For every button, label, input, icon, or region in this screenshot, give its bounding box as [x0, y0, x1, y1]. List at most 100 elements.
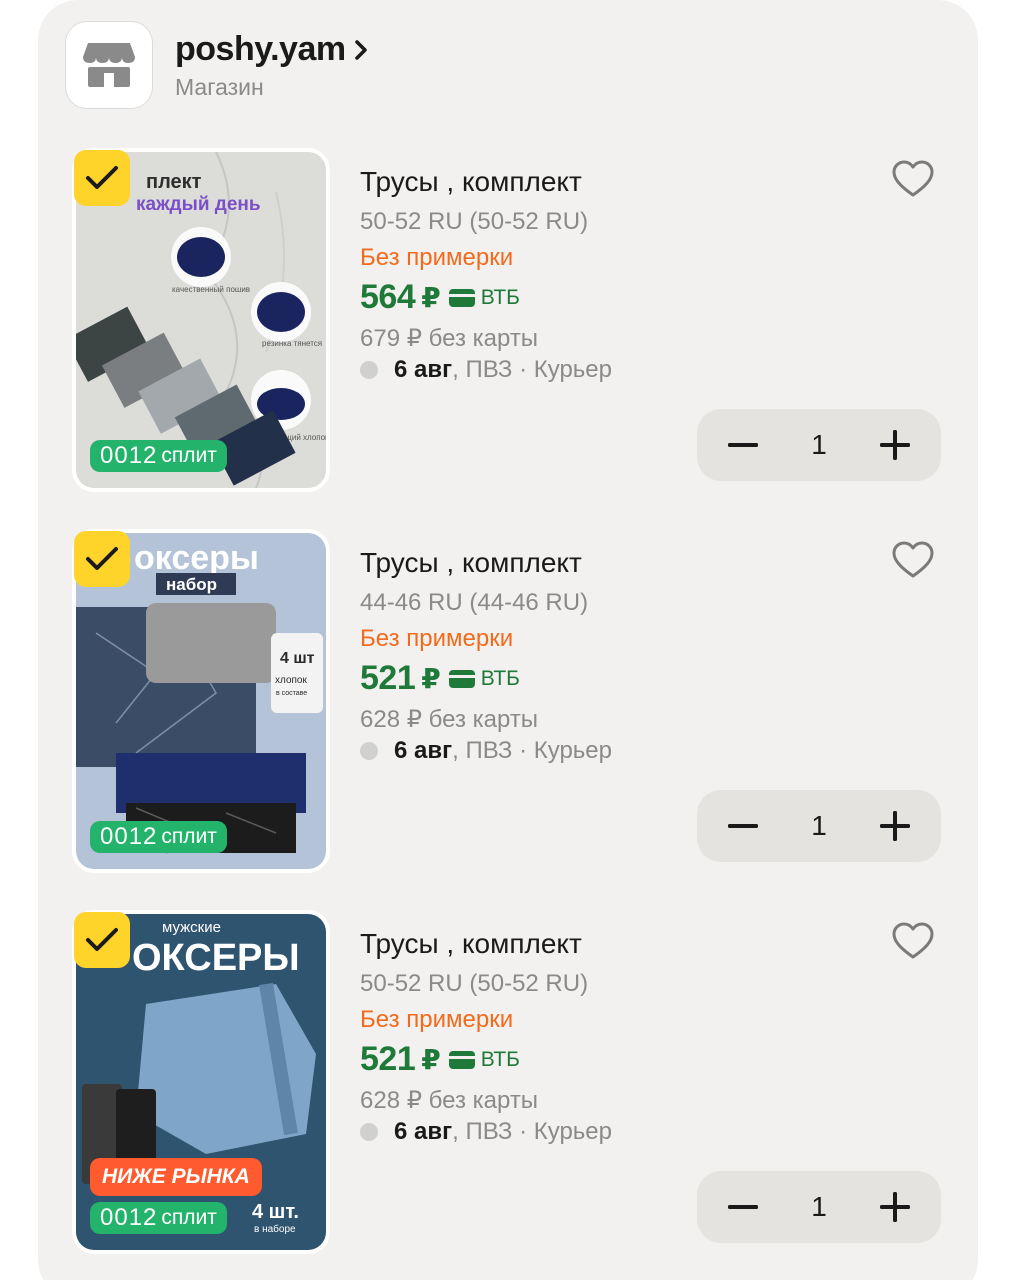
bank-name: ВТБ — [480, 1047, 520, 1071]
split-badge: 0012 сплит — [90, 1202, 227, 1234]
image-caption: 4 шт — [280, 650, 315, 667]
decrease-button[interactable] — [723, 1187, 763, 1227]
bank-card-icon — [448, 288, 475, 307]
checkmark-icon — [86, 928, 118, 951]
quantity-value: 1 — [811, 1191, 827, 1222]
minus-icon — [728, 824, 758, 828]
image-caption: в наборе — [254, 1223, 296, 1235]
bank-name: ВТБ — [480, 666, 520, 690]
split-label: сплит — [161, 1206, 217, 1229]
split-digits: 0012 — [100, 1204, 158, 1231]
heart-icon — [892, 160, 934, 197]
quantity-stepper: 1 — [697, 1171, 941, 1243]
delivery-date: 6 авг — [394, 737, 453, 764]
heart-icon — [892, 922, 934, 959]
delivery-info: 6 авг , ПВЗ · Курьер — [360, 356, 612, 384]
quantity-stepper: 1 — [697, 790, 941, 862]
image-caption: качественный пошив — [172, 285, 250, 294]
split-digits: 0012 — [100, 823, 158, 850]
plus-icon — [879, 811, 910, 841]
favorite-button[interactable] — [890, 918, 936, 964]
delivery-status-dot — [360, 1123, 378, 1141]
bank-card-icon — [448, 1050, 475, 1069]
split-badge: 0012 сплит — [90, 821, 227, 853]
image-caption: мужские — [162, 919, 221, 936]
store-icon — [83, 43, 135, 87]
image-caption: набор — [166, 575, 217, 594]
image-caption: плект — [146, 171, 202, 193]
product-size: 50-52 RU (50-52 RU) — [360, 970, 589, 997]
product-title[interactable]: Трусы , комплект — [360, 166, 582, 198]
image-caption: резинка тянется — [262, 339, 322, 348]
tryon-label: Без примерки — [360, 625, 514, 652]
delivery-info: 6 авг , ПВЗ · Курьер — [360, 737, 612, 765]
delivery-methods: , ПВЗ · Курьер — [452, 1118, 613, 1145]
decrease-button[interactable] — [723, 806, 763, 846]
checkmark-icon — [86, 547, 118, 570]
image-caption: оксеры — [134, 539, 259, 577]
cart-store-card: poshy.yam Магазин плект каждый день каче… — [38, 0, 978, 1280]
select-checkbox[interactable] — [74, 531, 130, 587]
plus-icon — [879, 430, 910, 460]
delivery-status-dot — [360, 361, 378, 379]
split-digits: 0012 — [100, 442, 158, 469]
favorite-button[interactable] — [890, 537, 936, 583]
quantity-stepper: 1 — [697, 409, 941, 481]
minus-icon — [728, 1205, 758, 1209]
delivery-methods: , ПВЗ · Курьер — [452, 356, 613, 383]
card-price: 521 — [360, 659, 416, 697]
plus-icon — [879, 1192, 910, 1222]
tryon-label: Без примерки — [360, 1006, 514, 1033]
image-caption: хлопок — [275, 675, 307, 686]
store-type: Магазин — [175, 74, 264, 100]
cart-item: мужские ОКСЕРЫ 4 шт. в наборе НИЖЕ РЫНКА… — [38, 910, 978, 1255]
price-row: 521 ₽ ВТБ — [360, 659, 520, 698]
store-name-link[interactable]: poshy.yam — [175, 30, 368, 69]
tryon-label: Без примерки — [360, 244, 514, 271]
select-checkbox[interactable] — [74, 912, 130, 968]
increase-button[interactable] — [875, 1187, 915, 1227]
cart-item: плект каждый день качественный пошив рез… — [38, 148, 978, 493]
quantity-value: 1 — [811, 429, 827, 460]
currency: ₽ — [421, 1044, 441, 1075]
checkmark-icon — [86, 166, 118, 189]
favorite-button[interactable] — [890, 156, 936, 202]
card-price: 521 — [360, 1040, 416, 1078]
below-market-badge: НИЖЕ РЫНКА — [90, 1158, 262, 1196]
card-price: 564 — [360, 278, 416, 316]
price-without-card: 679 ₽ без карты — [360, 325, 539, 352]
delivery-status-dot — [360, 742, 378, 760]
delivery-methods: , ПВЗ · Курьер — [452, 737, 613, 764]
heart-icon — [892, 541, 934, 578]
product-size: 50-52 RU (50-52 RU) — [360, 208, 589, 235]
chevron-right-icon — [354, 39, 367, 60]
bank-name: ВТБ — [480, 285, 520, 309]
delivery-info: 6 авг , ПВЗ · Курьер — [360, 1118, 612, 1146]
split-label: сплит — [161, 825, 217, 848]
bank-card-icon — [448, 669, 475, 688]
image-caption: ОКСЕРЫ — [132, 937, 300, 979]
image-caption: 4 шт. — [252, 1201, 299, 1223]
delivery-date: 6 авг — [394, 1118, 453, 1145]
split-badge: 0012 сплит — [90, 440, 227, 472]
cart-item: оксеры набор 4 шт хлопок в составе 0012 — [38, 529, 978, 874]
select-checkbox[interactable] — [74, 150, 130, 206]
price-without-card: 628 ₽ без карты — [360, 1087, 539, 1114]
price-row: 521 ₽ ВТБ — [360, 1040, 520, 1079]
decrease-button[interactable] — [723, 425, 763, 465]
quantity-value: 1 — [811, 810, 827, 841]
increase-button[interactable] — [875, 806, 915, 846]
product-title[interactable]: Трусы , комплект — [360, 547, 582, 579]
delivery-date: 6 авг — [394, 356, 453, 383]
split-label: сплит — [161, 444, 217, 467]
increase-button[interactable] — [875, 425, 915, 465]
currency: ₽ — [421, 663, 441, 694]
store-name: poshy.yam — [175, 30, 346, 68]
product-title[interactable]: Трусы , комплект — [360, 928, 582, 960]
price-without-card: 628 ₽ без карты — [360, 706, 539, 733]
price-row: 564 ₽ ВТБ — [360, 278, 520, 317]
minus-icon — [728, 443, 758, 447]
product-size: 44-46 RU (44-46 RU) — [360, 589, 589, 616]
image-caption: в составе — [276, 690, 307, 697]
store-logo[interactable] — [65, 21, 153, 109]
